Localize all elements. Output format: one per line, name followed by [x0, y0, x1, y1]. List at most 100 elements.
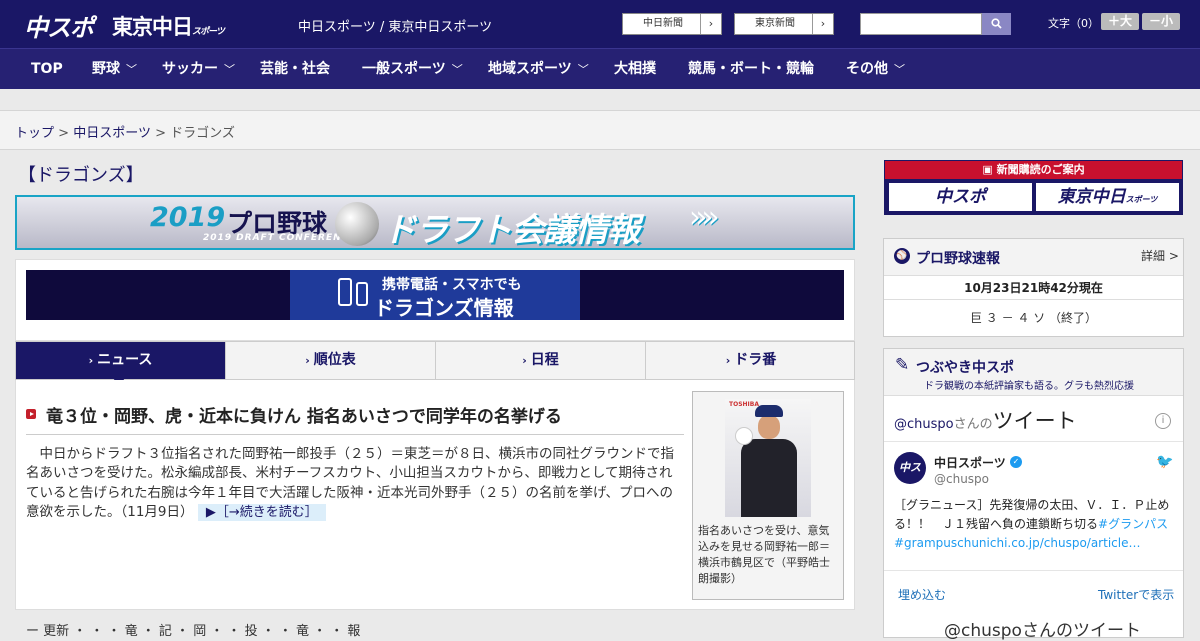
person-suit [741, 439, 797, 517]
nav-item-sumo[interactable]: 大相撲 [614, 49, 656, 89]
chunichi-shimbun-link[interactable]: 中日新聞 › [622, 13, 722, 35]
section-tabs: › ニュース › 順位表 › 日程 › ドラ番 [15, 341, 855, 380]
chunichi-sports-logo[interactable]: 中スポ [24, 8, 94, 43]
chevron-right-icon: › [700, 14, 721, 34]
nav-label: サッカー [162, 61, 218, 77]
score-timestamp: 10月23日21時42分現在 [964, 281, 1103, 295]
breadcrumb: トップ > 中日スポーツ > ドラゴンズ [15, 122, 235, 141]
nav-item-top[interactable]: TOP [31, 49, 63, 89]
nav-item-entertainment[interactable]: 芸能・社会 [260, 49, 330, 89]
tweet-link[interactable]: #grampuschunichi.co.jp/chuspo/article… [894, 536, 1140, 550]
embed-link[interactable]: 埋め込む [898, 586, 946, 603]
chevron-down-icon: ﹀ [224, 63, 235, 76]
handle-suffix: さんの [953, 417, 993, 432]
site-name: 中日スポーツ / 東京中日スポーツ [298, 20, 493, 35]
tokyo-logo-small: スポーツ [192, 27, 225, 37]
banner-year: 2019 [150, 202, 226, 233]
breadcrumb-current: ドラゴンズ [170, 126, 235, 141]
divider [884, 570, 1183, 571]
article-headline[interactable]: 竜３位・岡野、虎・近本に負けん 指名あいさつで同学年の名挙げる [46, 402, 562, 427]
tab-schedule[interactable]: › 日程 [436, 342, 646, 379]
tab-label: ニュース [97, 352, 153, 368]
font-larger-button[interactable]: ＋大 [1101, 13, 1139, 30]
nav-label: 芸能・社会 [260, 61, 330, 77]
article-photo[interactable]: TOSHIBA [725, 399, 811, 517]
nav-item-other[interactable]: その他 ﹀ [846, 49, 905, 89]
nav-item-racing[interactable]: 競馬・ボート・競輪 [688, 49, 814, 89]
subscribe-tokyo-button[interactable]: 東京中日スポーツ [1036, 183, 1179, 211]
chevron-right-icon: › [725, 354, 731, 367]
verified-icon: ✓ [1010, 456, 1022, 468]
score-title: プロ野球速報 [916, 251, 1000, 267]
chevron-right-icon: › [88, 354, 94, 367]
subscribe-tokyo-text: 東京中日 [1057, 187, 1126, 207]
tokyo-logo-text: 東京中日 [112, 15, 193, 39]
tab-label: 日程 [530, 352, 559, 368]
search-icon [991, 18, 1002, 29]
nav-item-baseball[interactable]: 野球 ﹀ [92, 49, 137, 89]
newspaper-icon: ▣ [982, 163, 997, 176]
nav-label: 競馬・ボート・競輪 [688, 61, 814, 77]
info-icon[interactable]: i [1155, 413, 1171, 429]
draft-conference-banner[interactable]: 2019 プロ野球 2019 DRAFT CONFERENCE ドラフト会議情報… [15, 195, 855, 250]
tab-standings[interactable]: › 順位表 [226, 342, 436, 379]
chevron-right-icon: › [522, 354, 527, 367]
nav-item-soccer[interactable]: サッカー ﹀ [162, 49, 235, 89]
play-icon [26, 409, 36, 419]
article-body-text: 中日からドラフト３位指名された岡野祐一郎投手（２５）＝東芝＝が８日、横浜市の同社… [26, 446, 674, 520]
tab-dora-ban[interactable]: › ドラ番 [646, 342, 856, 379]
divider [884, 441, 1183, 442]
photo-caption: 指名あいさつを受け、意気込みを見せる岡野祐一郎＝横浜市鶴見区で（平野皓士朗撮影） [698, 524, 830, 585]
score-details-link[interactable]: 詳細 > [1141, 247, 1179, 264]
chevron-down-icon: ﹀ [577, 63, 589, 76]
twitter-title: つぶやき中スポ [916, 360, 1014, 376]
tweet-author-name[interactable]: 中日スポーツ [934, 454, 1006, 471]
tab-label: 順位表 [313, 352, 356, 368]
nav-label: 地域スポーツ [488, 61, 572, 77]
person-face [758, 415, 780, 439]
font-smaller-button[interactable]: －小 [1142, 13, 1180, 30]
nav-item-general-sports[interactable]: 一般スポーツ ﹀ [362, 49, 463, 89]
mobile-dragons-banner[interactable]: 携帯電話・スマホでも ドラゴンズ情報 [26, 270, 844, 320]
chunichi-shimbun-label: 中日新聞 [643, 18, 683, 29]
divider [884, 299, 1183, 300]
tokyo-chunichi-logo[interactable]: 東京中日スポーツ [112, 11, 225, 41]
twitter-timeline-heading: @chuspoさんのツイート [894, 405, 1077, 435]
nav-item-local-sports[interactable]: 地域スポーツ ﹀ [488, 49, 589, 89]
tab-label: ドラ番 [734, 352, 777, 368]
page-title: 【ドラゴンズ】 [18, 165, 144, 186]
tokyo-shimbun-link[interactable]: 東京新聞 › [734, 13, 834, 35]
tokyo-shimbun-label: 東京新聞 [755, 18, 795, 29]
read-more-link[interactable]: ▶［→続きを読む］ [197, 503, 326, 521]
nav-label: TOP [31, 61, 63, 77]
baseball-icon: ⚾ [894, 248, 910, 264]
pen-icon: ✎ [895, 355, 910, 375]
search-button[interactable] [982, 13, 1011, 35]
subscribe-chunichi-button[interactable]: 中スポ [889, 183, 1032, 211]
cap-icon [755, 405, 783, 417]
search-input[interactable] [860, 13, 982, 35]
breadcrumb-section-link[interactable]: 中日スポーツ [73, 126, 151, 141]
nav-label: その他 [846, 61, 888, 77]
subscription-banner[interactable]: ▣ 新聞購読のご案内 中スポ 東京中日スポーツ [884, 160, 1183, 215]
nav-label: 大相撲 [614, 61, 656, 77]
baseball-icon [335, 202, 379, 246]
avatar[interactable]: 中スポ [894, 452, 926, 506]
tweet-text: ［グラニュース］先発復帰の太田、Ｖ．Ｉ．Ｐ止める！！ Ｊ１残留へ負の連鎖断ち切る… [894, 496, 1174, 553]
tab-news[interactable]: › ニュース [16, 342, 226, 379]
chevron-down-icon: ﹀ [894, 63, 905, 76]
view-on-twitter-link[interactable]: Twitterで表示 [1098, 586, 1174, 603]
twitter-handle-link[interactable]: @chuspo [894, 417, 954, 432]
tweet-hashtag[interactable]: #グランパス [1098, 517, 1168, 531]
chevron-right-icon: › [812, 14, 833, 34]
chevron-right-icon: › [305, 354, 310, 367]
breadcrumb-top-link[interactable]: トップ [15, 126, 54, 141]
smartphone-icon [356, 282, 368, 306]
score-result[interactable]: 巨 ３ － ４ ソ （終了） [884, 309, 1183, 326]
chevron-down-icon: ﹀ [451, 63, 463, 76]
banner-sub: 2019 DRAFT CONFERENCE [203, 233, 357, 243]
tweet-screen-name[interactable]: @chuspo [934, 472, 989, 486]
photo-brand-text: TOSHIBA [729, 401, 759, 408]
nav-label: 一般スポーツ [362, 61, 446, 77]
twitter-bird-icon[interactable]: 🐦 [1156, 454, 1173, 470]
